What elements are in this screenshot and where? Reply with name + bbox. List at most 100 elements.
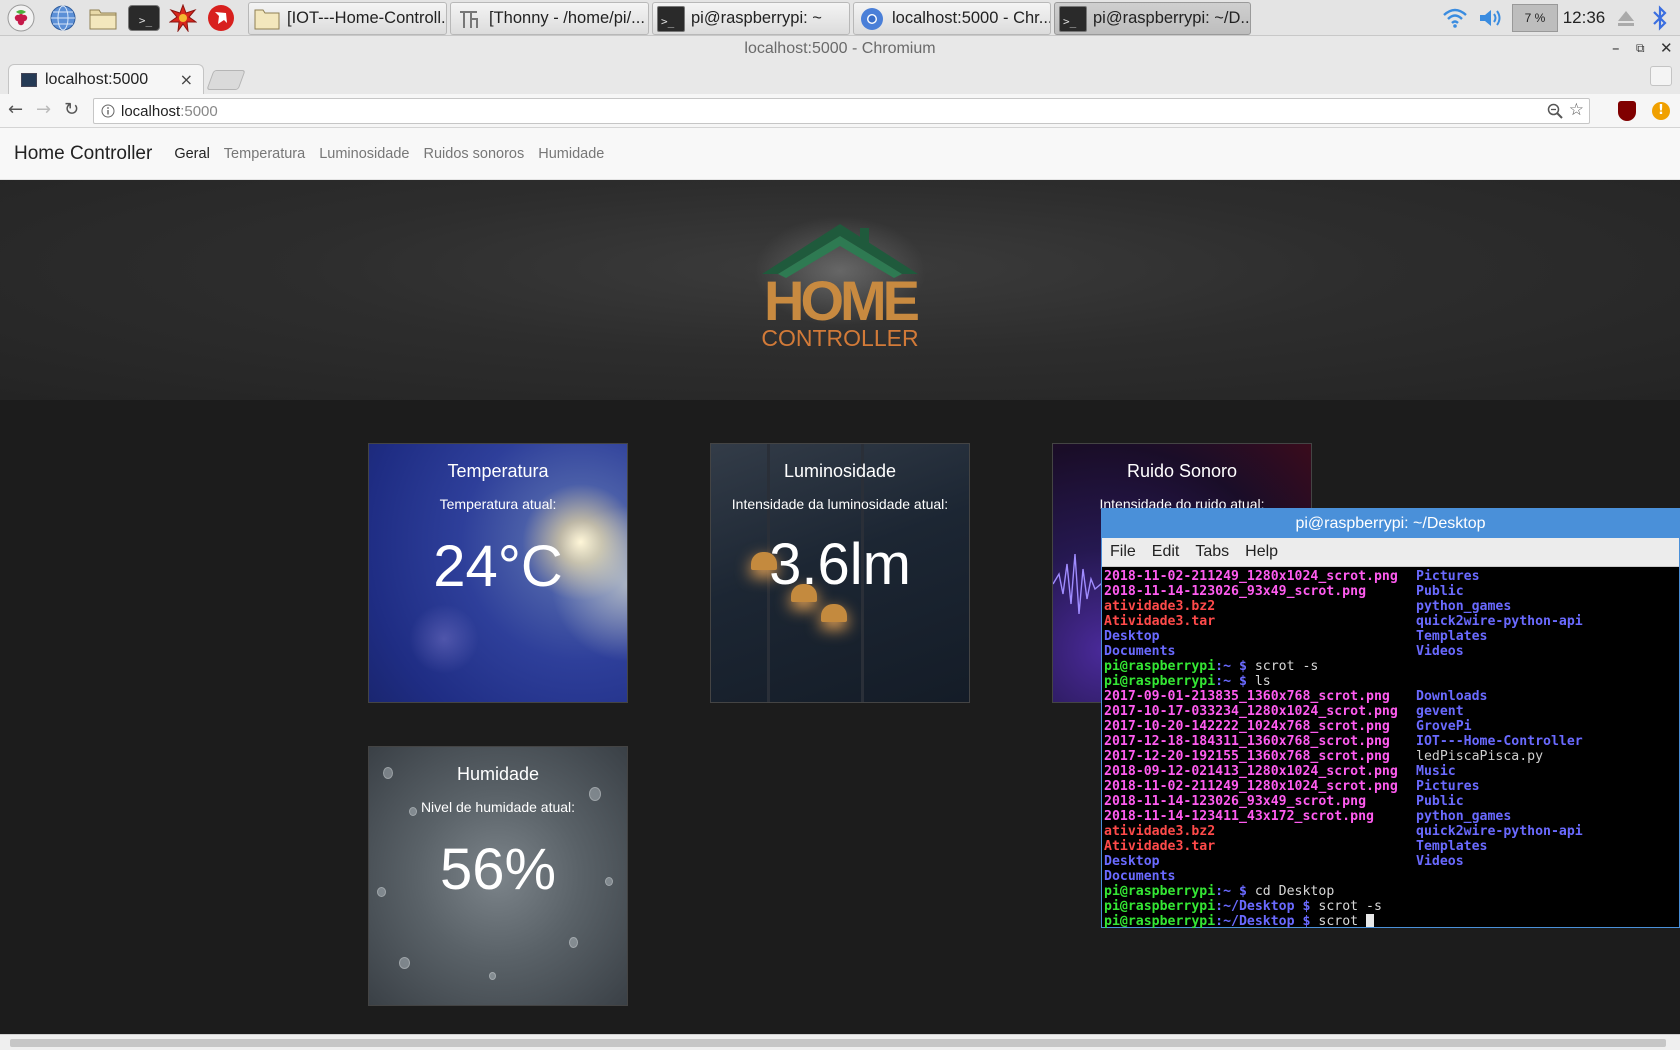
menu-edit[interactable]: Edit [1152, 543, 1180, 561]
zoom-icon[interactable] [1547, 103, 1563, 119]
terminal-entry: gevent [1416, 704, 1464, 719]
terminal-entry: Music [1416, 764, 1456, 779]
humidity-value: 56% [439, 837, 557, 902]
menu-tabs[interactable]: Tabs [1195, 543, 1229, 561]
terminal-entry: Desktop [1104, 854, 1160, 869]
terminal-entry: 2017-12-20-192155_1360x768_scrot.png [1104, 749, 1390, 764]
terminal-line: Documents Videos [1104, 644, 1679, 659]
url-port: :5000 [180, 102, 218, 120]
task-terminal-desktop[interactable]: >_ pi@raspberrypi: ~/D... [1054, 2, 1251, 35]
reload-icon[interactable]: ↻ [64, 99, 79, 120]
terminal-prompt-path: :~ $ [1215, 674, 1255, 689]
web-browser-launcher[interactable] [48, 3, 78, 33]
terminal-line: 2018-11-02-211249_1280x1024_scrot.png Pic… [1104, 569, 1679, 584]
terminal-entry: Downloads [1416, 689, 1488, 704]
task-label: [Thonny - /home/pi/... [489, 9, 645, 27]
menu-help[interactable]: Help [1245, 543, 1278, 561]
minimize-icon[interactable]: – [1612, 39, 1620, 57]
temperature-card[interactable]: Temperatura Temperatura atual: 24°C [368, 443, 628, 703]
url-host: localhost [121, 102, 181, 120]
new-tab-button[interactable] [206, 70, 246, 90]
task-terminal-home[interactable]: >_ pi@raspberrypi: ~ [652, 2, 850, 35]
terminal-entry: quick2wire-python-api [1416, 614, 1583, 629]
terminal-titlebar[interactable]: pi@raspberrypi: ~/Desktop [1102, 509, 1679, 538]
site-brand[interactable]: Home Controller [14, 143, 152, 165]
terminal-prompt-user: pi@raspberrypi [1104, 899, 1216, 914]
terminal-entry: Documents [1104, 644, 1176, 659]
info-icon[interactable] [101, 104, 115, 118]
volume-icon [1480, 10, 1501, 26]
terminal-entry: quick2wire-python-api [1416, 824, 1583, 839]
terminal-prompt-user: pi@raspberrypi [1104, 884, 1216, 899]
forward-arrow-icon[interactable]: → [36, 99, 51, 120]
close-icon[interactable]: × [180, 70, 193, 89]
nav-temperatura[interactable]: Temperatura [224, 146, 305, 162]
address-bar[interactable]: localhost:5000 ☆ [93, 98, 1590, 124]
logo-line2: CONTROLLER [761, 325, 918, 351]
luminosity-value: 3.6lm [769, 532, 911, 597]
scrollbar-thumb[interactable] [10, 1039, 1666, 1047]
browser-toolbar: ← → ↻ localhost:5000 ☆ ! [0, 94, 1680, 128]
terminal-entry: GrovePi [1416, 719, 1472, 734]
temperature-value: 24°C [433, 534, 563, 599]
card-title: Temperatura [447, 461, 549, 481]
back-arrow-icon[interactable]: ← [8, 99, 23, 120]
horizontal-scrollbar[interactable] [0, 1034, 1680, 1050]
browser-titlebar[interactable]: localhost:5000 - Chromium – ⧉ ✕ [0, 36, 1680, 62]
luminosity-card[interactable]: Luminosidade Intensidade da luminosidade… [710, 443, 970, 703]
terminal-prompt-user: pi@raspberrypi [1104, 674, 1216, 689]
close-window-icon[interactable]: ✕ [1660, 39, 1673, 57]
terminal-entry: python_games [1416, 809, 1512, 824]
terminal-entry: Videos [1416, 854, 1464, 869]
terminal-command: scrot -s [1254, 659, 1319, 674]
profile-icon[interactable] [1650, 66, 1672, 86]
clock[interactable]: 12:36 [1562, 3, 1606, 33]
terminal-entry: Atividade3.tar [1104, 614, 1216, 629]
nav-ruidos-sonoros[interactable]: Ruidos sonoros [424, 146, 525, 162]
cpu-monitor[interactable]: 7 % [1512, 4, 1558, 32]
terminal-command: cd Desktop [1254, 884, 1335, 899]
task-label: pi@raspberrypi: ~ [691, 9, 822, 27]
terminal-prompt-user: pi@raspberrypi [1104, 659, 1216, 674]
bluetooth-status[interactable] [1648, 3, 1672, 33]
terminal-output[interactable]: 2018-11-02-211249_1280x1024_scrot.png Pic… [1102, 567, 1679, 929]
terminal-entry: 2018-11-02-211249_1280x1024_scrot.png [1104, 569, 1398, 584]
warning-icon[interactable]: ! [1652, 102, 1670, 120]
task-iot-folder[interactable]: [IOT---Home-Controll... [248, 2, 447, 35]
task-thonny[interactable]: [Thonny - /home/pi/... [450, 2, 649, 35]
nav-geral[interactable]: Geral [174, 146, 209, 162]
terminal-icon: >_ [657, 5, 685, 32]
terminal-entry: 2017-09-01-213835_1360x768_scrot.png [1104, 689, 1390, 704]
maximize-icon[interactable]: ⧉ [1636, 41, 1645, 56]
wolfram-icon [208, 5, 234, 31]
ublock-icon[interactable] [1618, 101, 1636, 121]
terminal-entry: 2018-11-14-123026_93x49_scrot.png [1104, 584, 1367, 599]
terminal-entry: Templates [1416, 629, 1488, 644]
terminal-line: atividade3.bz2 python_games [1104, 599, 1679, 614]
eject-button[interactable] [1614, 3, 1638, 33]
task-label: [IOT---Home-Controll... [287, 9, 447, 27]
math-app-launcher[interactable] [168, 3, 198, 33]
nav-luminosidade[interactable]: Luminosidade [319, 146, 409, 162]
volume-control[interactable] [1476, 3, 1506, 33]
file-manager-launcher[interactable] [88, 3, 118, 33]
humidity-card[interactable]: Humidade Nivel de humidade atual: 56% [368, 746, 628, 1006]
terminal-window[interactable]: pi@raspberrypi: ~/Desktop File Edit Tabs… [1101, 508, 1680, 929]
card-title: Luminosidade [783, 461, 897, 481]
terminal-prompt-path: :~/Desktop $ [1215, 914, 1319, 929]
wifi-status[interactable] [1440, 3, 1470, 33]
favicon-icon [21, 72, 37, 87]
raspberry-menu-button[interactable] [6, 3, 36, 33]
terminal-launcher[interactable]: >_ [128, 5, 160, 31]
terminal-entry: IOT---Home-Controller [1416, 734, 1583, 749]
wolfram-launcher[interactable] [206, 3, 236, 33]
terminal-entry: Public [1416, 584, 1464, 599]
tab-localhost[interactable]: localhost:5000 × [8, 64, 204, 94]
bookmark-star-icon[interactable]: ☆ [1569, 100, 1584, 120]
menu-file[interactable]: File [1110, 543, 1136, 561]
lamp-shape [821, 604, 847, 622]
terminal-entry: 2018-11-02-211249_1280x1024_scrot.png [1104, 779, 1398, 794]
task-chromium[interactable]: localhost:5000 - Chr... [853, 2, 1051, 35]
terminal-line: 2018-11-14-123411_43x172_scrot.png python… [1104, 809, 1679, 824]
nav-humidade[interactable]: Humidade [538, 146, 604, 162]
